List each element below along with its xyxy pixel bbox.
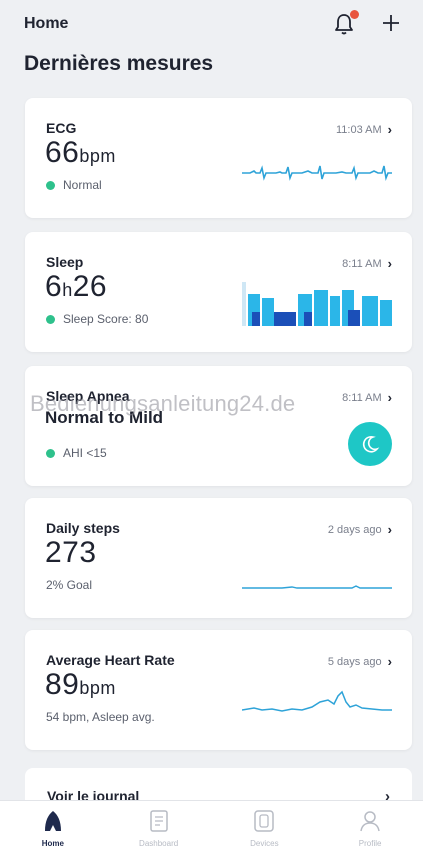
chevron-right-icon: ›: [387, 122, 392, 137]
card-time: 8:11 AM ›: [342, 256, 392, 271]
card-status: Sleep Score: 80: [46, 312, 148, 326]
card-time: 11:03 AM ›: [336, 122, 392, 137]
card-status: 54 bpm, Asleep avg.: [46, 710, 155, 724]
page-title: Home: [24, 15, 69, 32]
sleep-hours: 6: [45, 270, 63, 303]
daily-steps-card[interactable]: Daily steps 2 days ago › 273 2% Goal: [25, 498, 412, 618]
status-text: Normal: [63, 178, 102, 192]
status-text: AHI <15: [63, 446, 107, 460]
ecg-value: 66: [45, 136, 80, 169]
section-title: Dernières mesures: [24, 52, 214, 75]
ecg-card[interactable]: ECG 11:03 AM › 66bpm Normal: [25, 98, 412, 218]
card-time-text: 11:03 AM: [335, 123, 382, 136]
status-text: Sleep Score: 80: [63, 312, 149, 326]
average-heart-rate-card[interactable]: Average Heart Rate 5 days ago › 89bpm 54…: [25, 630, 412, 750]
card-status: Normal: [46, 178, 102, 192]
chevron-right-icon: ›: [387, 390, 392, 405]
card-label: Daily steps: [46, 520, 120, 536]
ecg-unit: bpm: [79, 146, 116, 166]
home-icon: [44, 811, 61, 831]
card-value: 273: [45, 536, 97, 569]
device-icon: [254, 810, 275, 832]
chevron-right-icon: ›: [387, 654, 392, 669]
heart-unit: bpm: [79, 678, 116, 698]
tab-home[interactable]: Home: [0, 801, 106, 857]
card-value: 89bpm: [45, 668, 116, 702]
steps-chart: [242, 585, 392, 589]
status-dot: [46, 314, 55, 324]
card-time-text: 8:11 AM: [342, 257, 382, 270]
sleep-apnea-card[interactable]: Sleep Apnea 8:11 AM › Normal to Mild AHI…: [25, 366, 412, 486]
heart-rate-chart: [242, 690, 392, 712]
status-text: 2% Goal: [46, 578, 93, 592]
plus-icon: [383, 15, 399, 31]
status-dot: [46, 448, 55, 458]
card-time: 2 days ago ›: [328, 522, 392, 537]
chevron-right-icon: ›: [387, 522, 392, 537]
card-value: 6h26: [45, 270, 107, 304]
sleep-minutes: 26: [72, 270, 108, 303]
sleep-card[interactable]: Sleep 8:11 AM › 6h26 Sleep Score: 80: [25, 232, 412, 352]
bottom-tab-bar: Home Dashboard Devices Profile: [0, 800, 423, 857]
card-label: Average Heart Rate: [46, 652, 175, 668]
card-label: ECG: [46, 120, 77, 136]
dashboard-icon: [149, 810, 168, 832]
sleep-hours-unit: h: [62, 280, 73, 300]
card-value: 66bpm: [45, 136, 116, 170]
sleep-mode-button[interactable]: [348, 422, 392, 466]
card-value: Normal to Mild: [45, 408, 164, 427]
tab-dashboard[interactable]: Dashboard: [106, 801, 212, 857]
ecg-waveform-chart: [242, 165, 392, 181]
tab-devices[interactable]: Devices: [212, 801, 318, 857]
status-dot: [46, 180, 55, 190]
card-time-text: 5 days ago: [327, 655, 382, 668]
card-time: 5 days ago ›: [328, 654, 392, 669]
card-status: AHI <15: [46, 446, 107, 460]
chevron-right-icon: ›: [387, 256, 392, 271]
card-label: Sleep Apnea: [46, 388, 130, 404]
profile-icon: [360, 811, 380, 832]
card-time-text: 2 days ago: [327, 523, 382, 536]
card-time-text: 8:11 AM: [342, 391, 382, 404]
tab-profile[interactable]: Profile: [317, 801, 423, 857]
heart-value: 89: [45, 668, 80, 701]
card-label: Sleep: [46, 254, 84, 270]
status-text: 54 bpm, Asleep avg.: [46, 710, 155, 724]
card-status: 2% Goal: [46, 578, 92, 592]
notifications-button[interactable]: [333, 10, 359, 36]
tab-label: Home: [41, 839, 64, 848]
tab-label: Profile: [358, 839, 382, 848]
top-bar: Home: [0, 0, 423, 48]
sleep-stages-chart: [242, 282, 392, 326]
tab-label: Devices: [250, 839, 279, 848]
card-time: 8:11 AM ›: [342, 390, 392, 405]
tab-label: Dashboard: [139, 839, 179, 848]
notification-dot: [350, 10, 359, 19]
add-button[interactable]: [381, 11, 401, 37]
moon-icon: [362, 435, 380, 453]
